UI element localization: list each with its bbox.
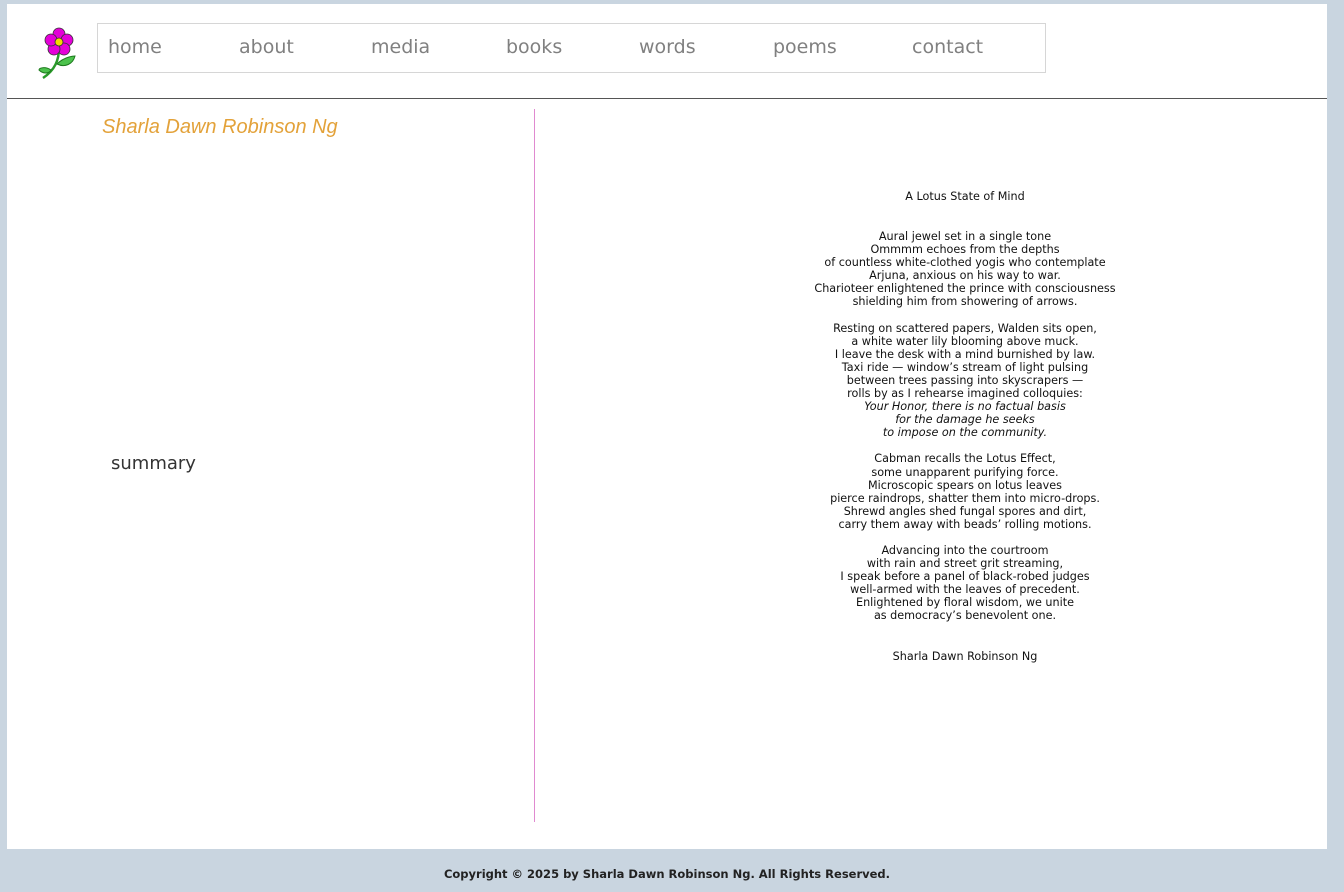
poem-line: I leave the desk with a mind burnished b… xyxy=(834,347,1096,361)
poem-line: with rain and street grit streaming, xyxy=(866,557,1064,571)
poem-line: well-armed with the leaves of precedent. xyxy=(850,583,1080,597)
nav-home[interactable]: home xyxy=(108,38,162,57)
author-title: Sharla Dawn Robinson Ng xyxy=(102,116,338,138)
poem-line: pierce raindrops, shatter them into micr… xyxy=(830,491,1100,505)
poem-author: Sharla Dawn Robinson Ng xyxy=(892,649,1038,663)
poem-line: Advancing into the courtroom xyxy=(881,543,1049,557)
poem-line: of countless white-clothed yogis who con… xyxy=(824,256,1106,270)
header-divider xyxy=(7,98,1327,99)
poem-stanzas: Aural jewel set in a single tone Ommmm ec… xyxy=(765,230,1165,623)
poem-line: Ommmm echoes from the depths xyxy=(870,243,1060,257)
poem-line: Arjuna, anxious on his way to war. xyxy=(869,269,1061,283)
poem-line: as democracy’s benevolent one. xyxy=(873,609,1057,623)
poem-block: A Lotus State of Mind Aural jewel set in… xyxy=(765,190,1165,664)
poem-line: Aural jewel set in a single tone xyxy=(878,230,1052,243)
poem-line: Resting on scattered papers, Walden sits… xyxy=(833,321,1097,335)
poem-stanza: Cabman recalls the Lotus Effect, some una… xyxy=(765,452,1165,531)
poem-line: a white water lily blooming above muck. xyxy=(851,334,1079,348)
poem-stanza: Aural jewel set in a single tone Ommmm ec… xyxy=(765,230,1165,309)
poem-line: to impose on the community. xyxy=(882,426,1048,440)
nav-books[interactable]: books xyxy=(506,38,562,57)
nav-contact[interactable]: contact xyxy=(912,38,983,57)
poem-line: Charioteer enlightened the prince with c… xyxy=(814,282,1116,296)
summary-label: summary xyxy=(111,453,196,474)
nav-words[interactable]: words xyxy=(639,38,696,57)
poem-line: for the damage he seeks xyxy=(895,413,1035,427)
nav-poems[interactable]: poems xyxy=(773,38,837,57)
poem-line: Taxi ride — window’s stream of light pul… xyxy=(841,360,1089,374)
poem-stanza: Advancing into the courtroom with rain an… xyxy=(765,544,1165,623)
poem-line: Microscopic spears on lotus leaves xyxy=(868,478,1062,492)
poem-line: Cabman recalls the Lotus Effect, xyxy=(874,452,1056,466)
poem-title: A Lotus State of Mind xyxy=(905,190,1025,203)
poem-line: rolls by as I rehearse imagined colloqui… xyxy=(847,387,1083,401)
page-container: home about media books words poems conta… xyxy=(7,4,1327,849)
main-navigation: home about media books words poems conta… xyxy=(97,23,1046,73)
poem-line: some unapparent purifying force. xyxy=(871,465,1059,479)
poem-line: shielding him from showering of arrows. xyxy=(852,295,1078,309)
poem-line: Shrewd angles shed fungal spores and dir… xyxy=(843,504,1087,518)
flower-icon[interactable] xyxy=(37,26,79,82)
poem-line: I speak before a panel of black-robed ju… xyxy=(840,570,1090,584)
nav-media[interactable]: media xyxy=(371,38,430,57)
poem-line: between trees passing into skyscrapers — xyxy=(846,373,1084,387)
poem-line: carry them away with beads’ rolling moti… xyxy=(838,517,1092,531)
poem-line: Your Honor, there is no factual basis xyxy=(864,400,1066,414)
column-divider xyxy=(534,109,535,822)
footer-copyright: Copyright © 2025 by Sharla Dawn Robinson… xyxy=(443,867,891,881)
poem-line: Enlightened by floral wisdom, we unite xyxy=(856,596,1074,610)
poem-stanza: Resting on scattered papers, Walden sits… xyxy=(765,322,1165,440)
nav-about[interactable]: about xyxy=(239,38,294,57)
